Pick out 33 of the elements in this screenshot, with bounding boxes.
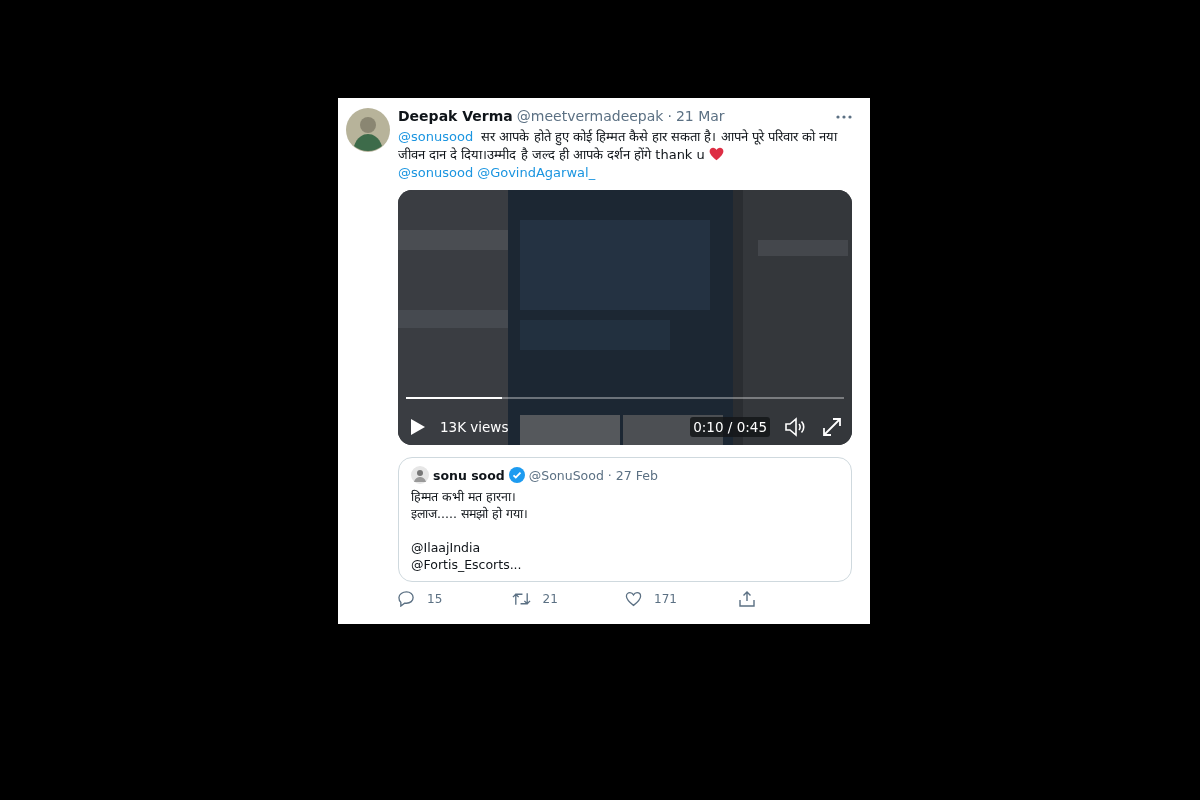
avatar-icon[interactable]: [346, 108, 390, 152]
quote-text: इलाज..... समझो हो गया।: [411, 505, 529, 522]
fullscreen-icon[interactable]: [822, 416, 842, 437]
tweet-text: @sonusood सर आपके होते हुए कोई हिम्मत कैसे हार सकता है। आपने पूरे परिवार को नया जीवन दान दे दिया।उम्मीद है जल्द ही आपके दर्शन होंगे thank u @sonusood @GovindAgarwal_: [398, 128, 839, 182]
tweet-date: 27 Feb: [615, 466, 658, 484]
video-time: 0:10 / 0:45: [690, 416, 770, 437]
retweet-icon[interactable]: [511, 590, 531, 607]
quote-text: हिम्मत कभी मत हारना।: [411, 488, 517, 505]
reply-icon[interactable]: [398, 590, 415, 607]
author-name: sonu sood: [433, 466, 505, 484]
author-name[interactable]: Deepak Verma: [398, 106, 513, 127]
view-count: 13K views: [440, 417, 509, 437]
quote-text: @Fortis_Escorts...: [411, 556, 523, 573]
separator-dot: ·: [607, 466, 612, 484]
mention-link[interactable]: @sonusood: [398, 165, 474, 180]
tweet-date[interactable]: 21 Mar: [675, 106, 725, 127]
avatar-icon: [411, 466, 429, 484]
volume-icon[interactable]: [784, 416, 806, 437]
share-icon[interactable]: [738, 590, 755, 607]
like-icon[interactable]: [625, 590, 642, 607]
action-count: 171: [654, 590, 677, 607]
mention-link[interactable]: @sonusood: [398, 129, 474, 144]
action-count: 21: [542, 590, 558, 607]
author-handle: @SonuSood: [528, 466, 604, 484]
more-icon[interactable]: [836, 113, 852, 120]
quote-text: @IlaajIndia: [411, 539, 482, 556]
play-icon[interactable]: [410, 417, 426, 436]
mention-link[interactable]: @GovindAgarwal_: [477, 165, 596, 180]
author-handle[interactable]: @meetvermadeepak: [516, 106, 664, 127]
separator-dot: ·: [667, 107, 672, 126]
quoted-tweet[interactable]: sonu sood @SonuSood · 27 Feb हिम्मत कभी मत हारना। इलाज..... समझो हो गया। @IlaajIndia @Fortis_Escorts...: [398, 457, 852, 582]
heart-icon: [708, 147, 724, 161]
action-count: 15: [427, 590, 443, 607]
